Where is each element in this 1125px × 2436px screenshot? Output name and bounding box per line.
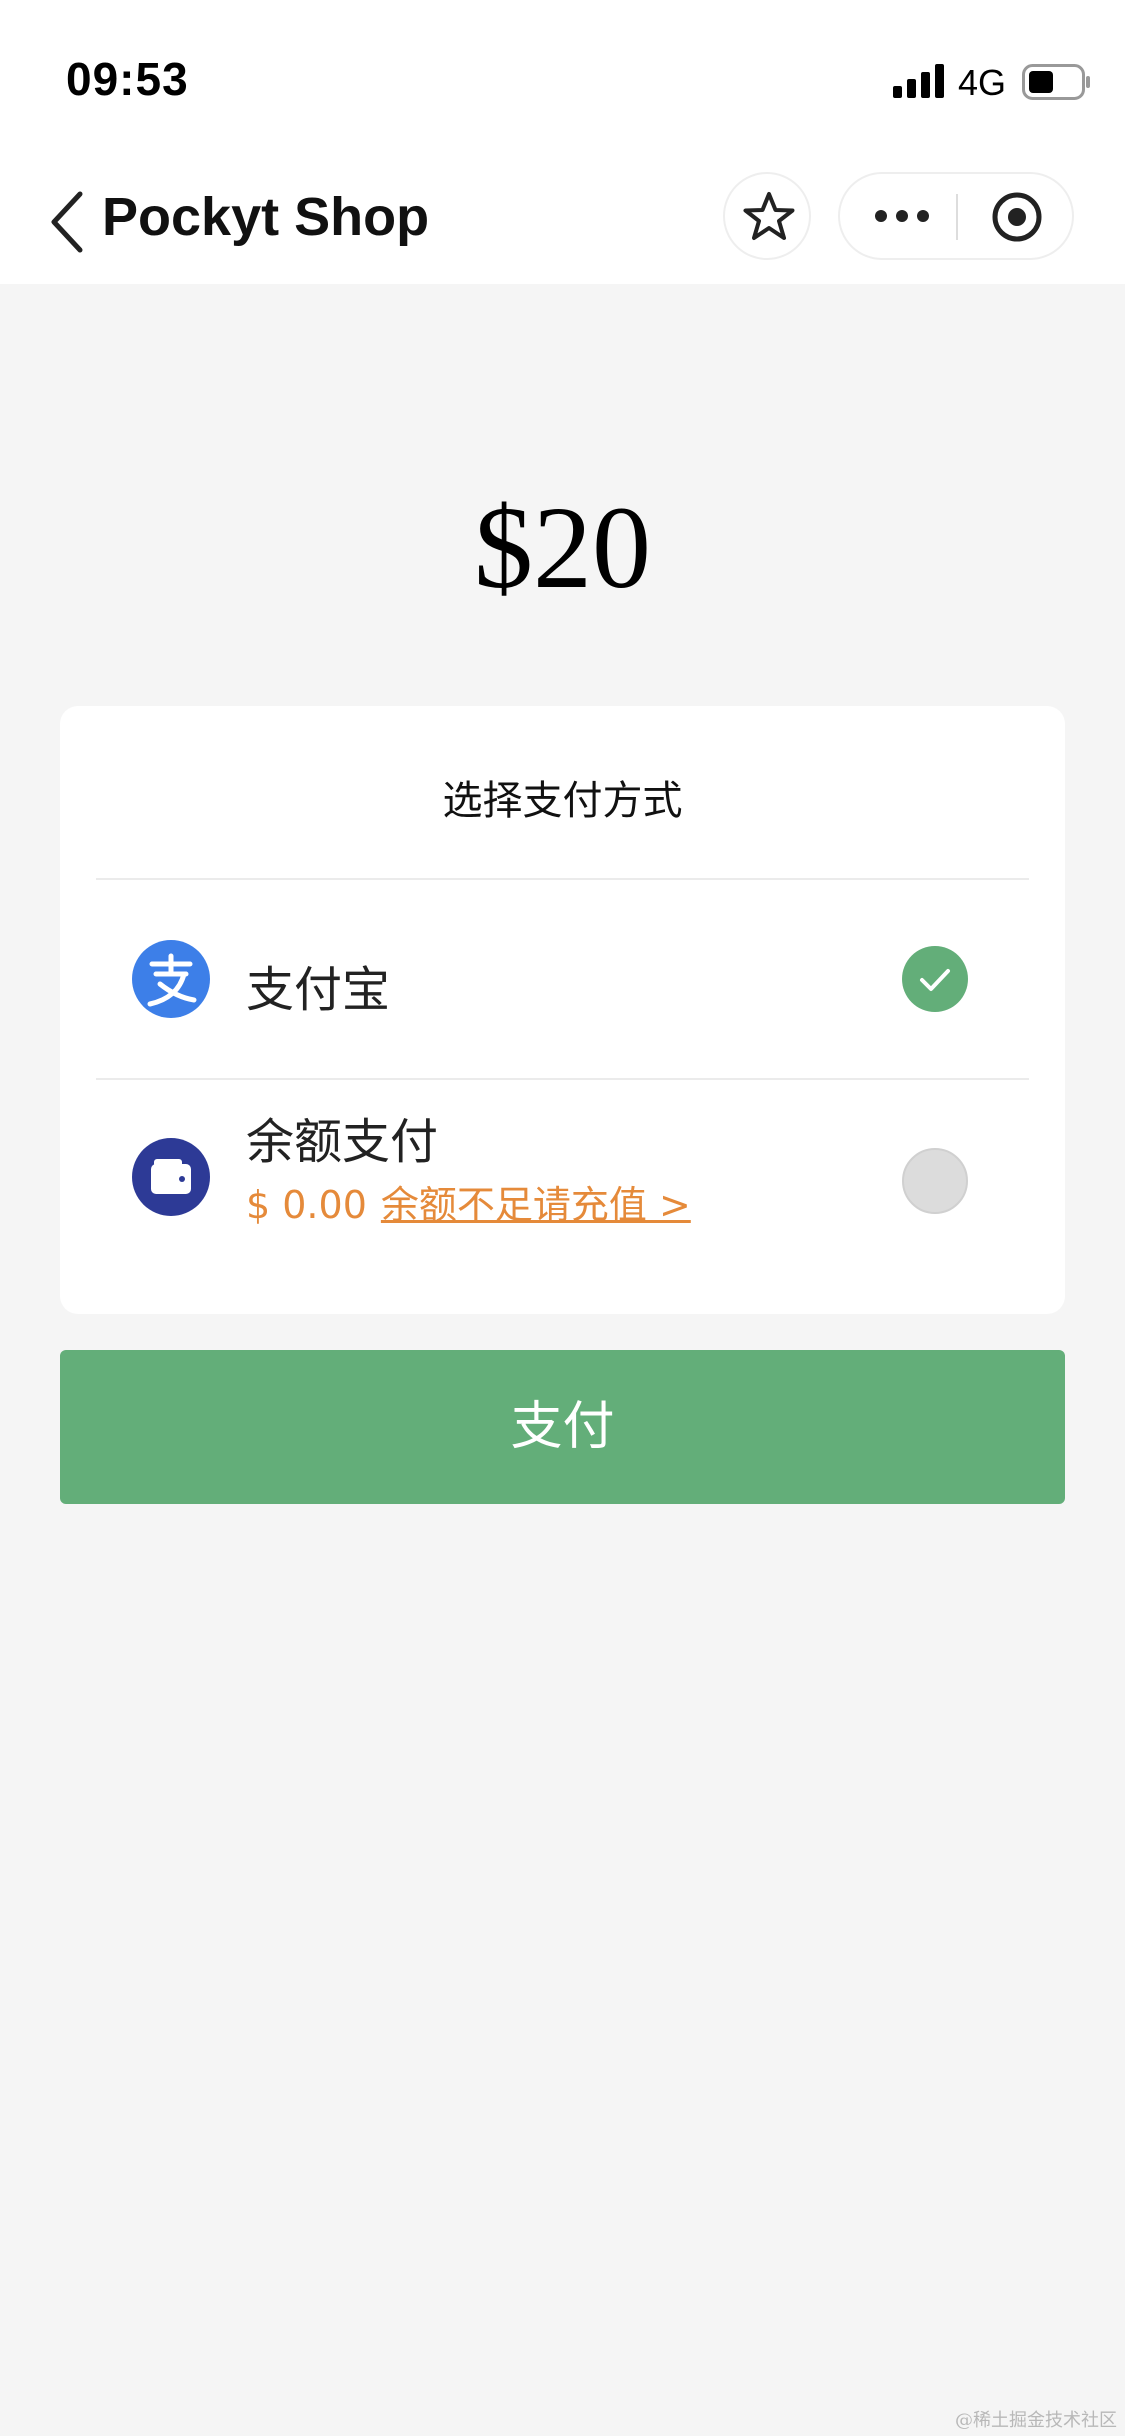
payment-screen: 09:53 4G Pockyt Shop $20 选择支付方式 支付宝 余额支付… <box>0 0 1125 2436</box>
option-label: 余额支付 <box>246 1114 439 1170</box>
more-button[interactable] <box>840 174 956 258</box>
pay-button[interactable]: 支付 <box>60 1350 1065 1504</box>
payment-option-alipay[interactable]: 支付宝 <box>60 880 1065 1076</box>
close-mini-program-button[interactable] <box>958 174 1074 258</box>
balance-row: $ 0.00 余额不足请充值 > <box>246 1174 691 1229</box>
favorite-button[interactable] <box>723 172 811 260</box>
more-icon <box>875 210 929 222</box>
card-title: 选择支付方式 <box>442 778 683 824</box>
status-time: 09:53 <box>66 53 189 105</box>
payment-amount: $20 <box>474 482 651 613</box>
check-selected-icon[interactable] <box>902 946 968 1012</box>
wallet-icon <box>132 1138 210 1216</box>
alipay-icon <box>132 940 210 1018</box>
close-circle-icon <box>992 192 1042 242</box>
option-label: 支付宝 <box>246 962 391 1018</box>
balance-amount: $ 0.00 <box>246 1183 367 1227</box>
watermark: @稀土掘金技术社区 <box>955 2410 1117 2431</box>
payment-option-balance[interactable]: 余额支付 $ 0.00 余额不足请充值 > <box>60 1080 1065 1280</box>
page-title: Pockyt Shop <box>102 187 430 247</box>
signal-icon <box>893 64 944 98</box>
star-icon <box>743 192 795 240</box>
network-label: 4G <box>958 62 1007 103</box>
payment-method-card: 选择支付方式 支付宝 余额支付 $ 0.00 余额不足请充值 > <box>60 706 1065 1314</box>
status-bar: 09:53 4G <box>0 0 1125 160</box>
recharge-link[interactable]: 余额不足请充值 > <box>381 1183 691 1227</box>
back-icon[interactable] <box>48 190 88 254</box>
nav-bar: Pockyt Shop <box>0 160 1125 284</box>
radio-unselected[interactable] <box>902 1148 968 1214</box>
mini-program-capsule <box>838 172 1074 260</box>
battery-icon <box>1022 64 1090 100</box>
